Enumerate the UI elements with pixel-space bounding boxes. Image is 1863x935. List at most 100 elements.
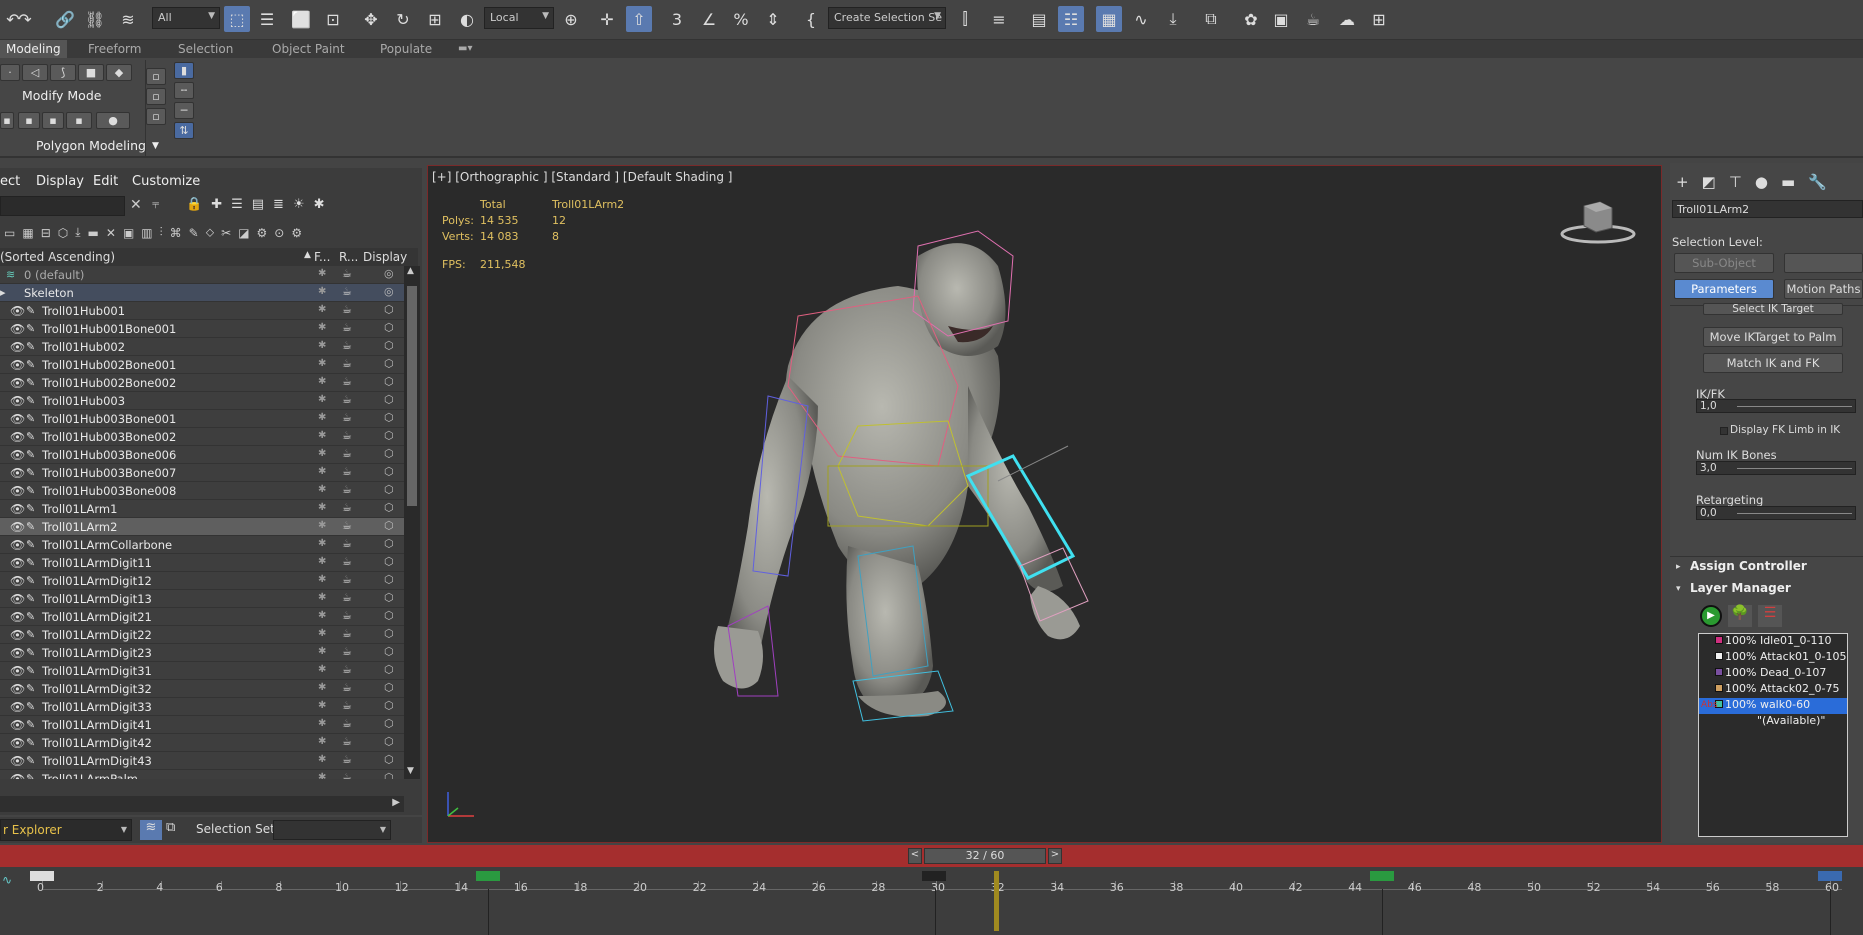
freeze-icon[interactable]: ✱ — [318, 268, 326, 279]
renderable-icon[interactable]: ☕ — [342, 285, 352, 298]
renderable-icon[interactable]: ☕ — [342, 501, 352, 514]
num-ik-bones-slider[interactable]: 3,0 — [1696, 461, 1856, 475]
modeling-tool-icon[interactable]: ▪ — [18, 112, 40, 129]
angle-snap-icon[interactable]: ∠ — [696, 6, 722, 32]
visibility-eye-icon[interactable]: 👁 — [10, 322, 25, 336]
animation-layer-row[interactable]: 100% Dead_0-107 — [1699, 666, 1847, 682]
freeze-icon[interactable]: ✱ — [318, 592, 326, 603]
display-box-icon[interactable]: ⬡ — [384, 483, 394, 496]
visibility-eye-icon[interactable]: 👁 — [10, 646, 25, 660]
tab-selection[interactable]: Selection — [172, 40, 239, 58]
tree-row[interactable]: 👁 ✎ Troll01Hub003Bone002 ✱ ☕ ⬡ — [0, 428, 404, 446]
visibility-eye-icon[interactable]: 👁 — [10, 304, 25, 318]
freeze-icon[interactable]: ✱ — [318, 286, 326, 297]
display-box-icon[interactable]: ⬡ — [384, 717, 394, 730]
render-setup-icon[interactable]: ▣ — [1268, 6, 1294, 32]
tree-layer-icon[interactable]: 🌳 — [1728, 605, 1752, 627]
object-name-field[interactable]: Troll01LArm2 — [1672, 200, 1863, 218]
scene-explorer-toggle-icon[interactable]: ▤ — [1026, 6, 1052, 32]
menu-customize[interactable]: Customize — [132, 174, 200, 189]
rotate-icon[interactable]: ↻ — [390, 6, 416, 32]
configure-modifier-sets-icon[interactable]: ⇅ — [174, 122, 194, 139]
renderable-icon[interactable]: ☕ — [342, 771, 352, 779]
display-box-icon[interactable]: ⬡ — [384, 465, 394, 478]
layer-manager-rollout[interactable]: Layer Manager — [1690, 581, 1791, 595]
time-slider[interactable]: < 32 / 60 > — [0, 845, 1863, 867]
ribbon-options-icon[interactable]: ▬▾ — [452, 40, 478, 58]
reference-coordinate-dropdown[interactable]: Local ▼ — [484, 7, 554, 29]
mirror-icon[interactable]: ⫿ — [952, 6, 978, 32]
tree-row[interactable]: 👁 ✎ Troll01Hub002 ✱ ☕ ⬡ — [0, 338, 404, 356]
renderable-icon[interactable]: ☕ — [342, 411, 352, 424]
render-production-icon[interactable]: ☁ — [1334, 6, 1360, 32]
animation-layer-row[interactable]: Abs 100% walk0-60 — [1699, 698, 1847, 714]
lights-filter-icon[interactable]: ▬ — [88, 226, 99, 240]
hidden-filter-icon[interactable]: ◪ — [238, 226, 249, 240]
display-box-icon[interactable]: ⬡ — [384, 699, 394, 712]
freeze-icon[interactable]: ✱ — [318, 358, 326, 369]
tree-row[interactable]: 👁 ✎ Troll01Hub003Bone007 ✱ ☕ ⬡ — [0, 464, 404, 482]
timeline-playhead[interactable] — [993, 871, 999, 931]
toggle-ribbon-icon[interactable]: ▦ — [1096, 6, 1122, 32]
select-object-icon[interactable]: ⬚ — [224, 6, 250, 32]
select-ik-target-button[interactable]: Select IK Target — [1703, 303, 1843, 315]
menu-edit[interactable]: Edit — [93, 174, 118, 189]
freeze-icon[interactable]: ✱ — [318, 610, 326, 621]
helpers-filter-icon[interactable]: ▣ — [123, 226, 134, 240]
window-crossing-icon[interactable]: ⊡ — [320, 6, 346, 32]
tab-freeform[interactable]: Freeform — [82, 40, 147, 58]
tree-row[interactable]: 👁 ✎ Troll01LArm1 ✱ ☕ ⬡ — [0, 500, 404, 518]
renderable-icon[interactable]: ☕ — [342, 267, 352, 280]
viewcube-icon[interactable] — [1558, 196, 1638, 246]
freeze-icon[interactable]: ✱ — [318, 376, 326, 387]
troll-character-model[interactable] — [668, 226, 1148, 726]
place-icon[interactable]: ◐ — [454, 6, 480, 32]
next-frame-button[interactable]: > — [1048, 848, 1062, 864]
freeze-icon[interactable]: ✱ — [318, 646, 326, 657]
align-icon[interactable]: ≡ — [986, 6, 1012, 32]
keyboard-shortcut-override-icon[interactable]: ⇧ — [626, 6, 652, 32]
visibility-eye-icon[interactable]: 👁 — [10, 700, 25, 714]
spinner-snap-icon[interactable]: ⇕ — [760, 6, 786, 32]
layer-stack-icon[interactable]: ☰ — [231, 197, 243, 212]
sort-by-hierarchy-icon[interactable]: ≋ — [140, 820, 162, 840]
link-icon[interactable]: 🔗 — [52, 6, 78, 32]
bones-filter-icon[interactable]: ✎ — [189, 226, 199, 240]
tree-row[interactable]: 👁 ✎ Troll01LArmDigit22 ✱ ☕ ⬡ — [0, 626, 404, 644]
freeze-icon[interactable]: ✱ — [318, 340, 326, 351]
render-column-header[interactable]: R... — [339, 250, 358, 264]
track-bar[interactable]: ∿ 02468101214161820222426283032343638404… — [0, 867, 1863, 935]
frozen-column-header[interactable]: F... — [314, 250, 330, 264]
modeling-tool-icon[interactable]: ▪ — [42, 112, 64, 129]
tree-row[interactable]: 👁 ✎ Troll01Hub001 ✱ ☕ ⬡ — [0, 302, 404, 320]
renderable-icon[interactable]: ☕ — [342, 429, 352, 442]
display-box-icon[interactable]: ⬡ — [384, 537, 394, 550]
perspective-viewport[interactable]: [+] [Orthographic ] [Standard ] [Default… — [427, 165, 1662, 843]
freeze-icon[interactable]: ✱ — [318, 700, 326, 711]
pivot-center-icon[interactable]: ⊕ — [558, 6, 584, 32]
tree-row[interactable]: 👁 ✎ Troll01LArmCollarbone ✱ ☕ ⬡ — [0, 536, 404, 554]
tree-row[interactable]: 👁 ✎ Troll01Hub003Bone001 ✱ ☕ ⬡ — [0, 410, 404, 428]
renderable-icon[interactable]: ☕ — [342, 609, 352, 622]
tree-row[interactable]: 👁 ✎ Troll01LArmDigit42 ✱ ☕ ⬡ — [0, 734, 404, 752]
display-box-icon[interactable]: ⬡ — [384, 519, 394, 532]
tab-modeling[interactable]: Modeling — [0, 40, 67, 58]
display-fk-checkbox[interactable] — [1720, 427, 1728, 435]
edit-named-selection-icon[interactable]: { — [798, 6, 824, 32]
visibility-eye-icon[interactable]: 👁 — [10, 412, 25, 426]
all-filter-icon[interactable]: ⚙ — [257, 226, 268, 240]
tree-row[interactable]: 👁 ✎ Troll01LArmDigit41 ✱ ☕ ⬡ — [0, 716, 404, 734]
modeling-tool-icon[interactable]: ▪ — [0, 112, 14, 129]
renderable-icon[interactable]: ☕ — [342, 357, 352, 370]
visibility-eye-icon[interactable]: 👁 — [10, 556, 25, 570]
clear-search-icon[interactable]: ✕ — [130, 197, 142, 213]
dope-sheet-icon[interactable]: ⤓ — [1160, 6, 1186, 32]
pin-stack-icon[interactable]: ▮ — [174, 62, 194, 79]
visibility-eye-icon[interactable]: 👁 — [10, 376, 25, 390]
tree-row[interactable]: 👁 ✎ Troll01LArmDigit32 ✱ ☕ ⬡ — [0, 680, 404, 698]
freeze-icon[interactable]: ✱ — [318, 412, 326, 423]
freeze-icon[interactable]: ✱ — [318, 754, 326, 765]
tree-row[interactable]: 👁 ✎ Troll01LArmDigit43 ✱ ☕ ⬡ — [0, 752, 404, 770]
display-box-icon[interactable]: ⬡ — [384, 447, 394, 460]
visibility-eye-icon[interactable]: 👁 — [10, 538, 25, 552]
